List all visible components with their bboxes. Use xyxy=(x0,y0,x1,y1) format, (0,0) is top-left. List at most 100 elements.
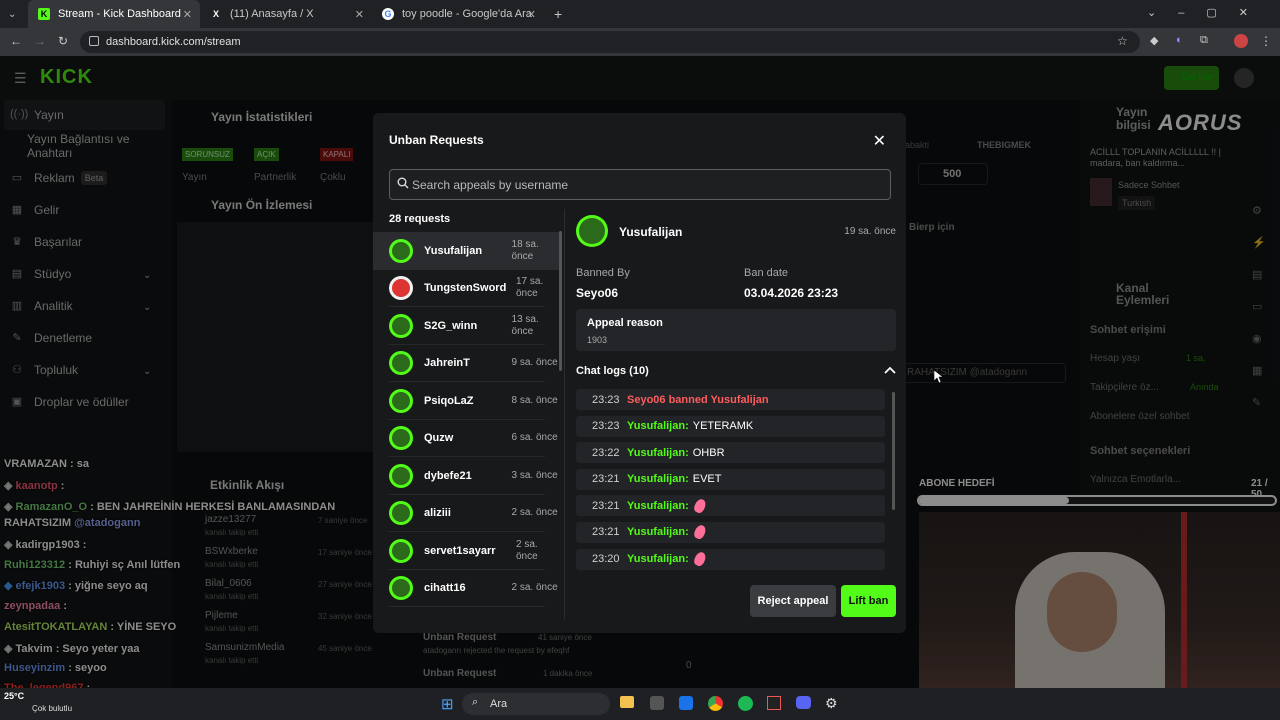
kick-favicon-icon: K xyxy=(38,8,50,20)
list-item[interactable]: servet1sayarr 2 sa. önce xyxy=(373,532,561,570)
request-username: S2G_winn xyxy=(424,319,478,332)
chrome-icon[interactable] xyxy=(708,696,723,711)
tab-kick-dashboard[interactable]: K Stream - Kick Dashboard ✕ xyxy=(28,0,200,28)
list-item[interactable]: S2G_winn 13 sa. önce xyxy=(373,307,561,345)
appeal-reason-label: Appeal reason xyxy=(587,317,663,329)
extension-2-icon[interactable]: ◐ xyxy=(1176,34,1183,46)
request-username: Yusufalijan xyxy=(424,244,483,257)
close-icon[interactable]: ✕ xyxy=(873,131,886,151)
discord-icon[interactable] xyxy=(796,696,811,709)
weather-temp[interactable]: 25°C xyxy=(4,691,24,701)
back-icon[interactable]: ← xyxy=(10,34,22,48)
chat-log-user: Yusufalijan xyxy=(627,526,686,539)
search-icon: ⌕ xyxy=(472,696,479,708)
search-input[interactable] xyxy=(389,169,891,200)
chat-log-row: 23:21 Yusufalijan: xyxy=(576,495,885,517)
modal-title: Unban Requests xyxy=(389,133,484,147)
taskbar-search[interactable]: Ara xyxy=(462,693,610,715)
appeal-reason-box: Appeal reason 1903 xyxy=(576,309,896,351)
avatar xyxy=(389,501,413,526)
list-item[interactable]: aliziii 2 sa. önce xyxy=(373,495,561,532)
windows-start-icon[interactable]: ⊞ xyxy=(441,695,454,713)
address-bar[interactable]: dashboard.kick.com/stream xyxy=(80,31,1140,53)
store-icon[interactable] xyxy=(650,696,664,710)
plus-icon: + xyxy=(554,6,563,22)
chat-log-row: 23:21 Yusufalijan: xyxy=(576,521,885,543)
tab-title: toy poodle - Google'da Ara xyxy=(402,8,532,20)
chat-log-msg: EVET xyxy=(692,473,722,486)
request-time: 9 sa. önce xyxy=(511,357,558,369)
list-item[interactable]: cihatt16 2 sa. önce xyxy=(373,570,561,607)
list-scrollbar[interactable] xyxy=(559,231,562,371)
mail-icon[interactable] xyxy=(679,696,693,710)
avatar xyxy=(389,351,413,376)
chat-log-row: 23:22 Yusufalijan: OHBR xyxy=(576,442,885,464)
settings-gear-icon[interactable]: ⚙ xyxy=(825,695,838,712)
file-explorer-icon[interactable] xyxy=(620,696,634,708)
menu-kebab-icon[interactable]: ⋮ xyxy=(1260,34,1272,48)
close-tab-icon[interactable]: ✕ xyxy=(527,8,536,21)
request-time: 18 sa. önce xyxy=(511,238,539,262)
spotify-icon[interactable] xyxy=(738,696,753,711)
ban-date-value: 03.04.2026 23:23 xyxy=(744,286,839,300)
chat-log-msg: YETERAMK xyxy=(692,420,754,433)
chat-log-system: Seyo06 banned Yusufalijan xyxy=(627,393,769,406)
request-time: 17 sa. önce xyxy=(516,276,544,300)
weather-desc: Çok bulutlu xyxy=(32,704,73,713)
tab-x[interactable]: X (11) Anasayfa / X ✕ xyxy=(200,0,372,28)
list-item[interactable]: Quzw 6 sa. önce xyxy=(373,420,561,457)
forward-icon[interactable]: → xyxy=(34,34,46,48)
appeal-reason-value: 1903 xyxy=(587,335,608,345)
bookmark-star-icon[interactable]: ☆ xyxy=(1117,34,1128,48)
tab-title: (11) Anasayfa / X xyxy=(230,8,314,20)
request-list: Yusufalijan 18 sa. önce TungstenSword 17 s… xyxy=(373,232,561,632)
tab-title: Stream - Kick Dashboard xyxy=(58,8,181,20)
chat-log-row: 23:21 Yusufalijan: EVET xyxy=(576,468,885,490)
request-count: 28 requests xyxy=(389,213,451,225)
chat-log-time: 23:23 xyxy=(592,420,620,433)
search-icon xyxy=(397,177,409,189)
lift-ban-button[interactable]: Lift ban xyxy=(841,585,896,617)
reject-appeal-button[interactable]: Reject appeal xyxy=(750,585,836,617)
request-time: 2 sa. önce xyxy=(511,582,558,594)
avatar xyxy=(389,388,413,413)
chat-log-time: 23:20 xyxy=(592,553,620,566)
app-icon[interactable] xyxy=(767,696,781,710)
request-time: 3 sa. önce xyxy=(511,469,558,481)
extension-icon[interactable]: ◆ xyxy=(1150,34,1158,47)
extensions-puzzle-icon[interactable]: ⧉ xyxy=(1200,34,1208,47)
avatar xyxy=(389,313,413,338)
reload-icon[interactable]: ↻ xyxy=(58,34,68,48)
tab-google[interactable]: G toy poodle - Google'da Ara ✕ xyxy=(372,0,544,28)
close-tab-icon[interactable]: ✕ xyxy=(183,8,192,21)
chat-log-user: Yusufalijan xyxy=(627,446,686,459)
banned-by-label: Banned By xyxy=(576,267,630,279)
request-username: Quzw xyxy=(424,432,454,445)
unban-requests-modal: Unban Requests ✕ 28 requests Yusufalijan… xyxy=(373,113,906,633)
chevron-up-icon[interactable] xyxy=(884,365,896,375)
windows-taskbar: 25°C Çok bulutlu ⊞ Ara ⌕ ⚙ xyxy=(0,688,1280,720)
mouse-cursor-icon xyxy=(934,370,943,383)
profile-avatar[interactable] xyxy=(1234,34,1248,48)
chat-log-scrollbar[interactable] xyxy=(892,392,895,510)
chat-log-time: 23:23 xyxy=(592,393,620,406)
list-item[interactable]: JahreinT 9 sa. önce xyxy=(373,345,561,382)
detail-username: Yusufalijan xyxy=(619,225,683,239)
close-tab-icon[interactable]: ✕ xyxy=(355,8,364,21)
list-item[interactable]: PsiqoLaZ 8 sa. önce xyxy=(373,382,561,420)
chat-log-user: Yusufalijan xyxy=(627,499,686,512)
list-item[interactable]: Yusufalijan 18 sa. önce xyxy=(373,232,561,270)
site-info-icon[interactable] xyxy=(89,36,99,46)
window-controls[interactable]: ⌄–▢✕ xyxy=(1147,6,1270,19)
avatar xyxy=(389,576,413,601)
new-tab-button[interactable]: + xyxy=(544,0,574,28)
list-item[interactable]: TungstenSword 17 sa. önce xyxy=(373,270,561,307)
browser-toolbar: ← → ↻ dashboard.kick.com/stream ☆ ◆ ◐ ⧉ … xyxy=(0,28,1280,56)
list-item[interactable]: dybefe21 3 sa. önce xyxy=(373,457,561,495)
request-username: aliziii xyxy=(424,507,451,520)
banned-by-value: Seyo06 xyxy=(576,286,619,300)
chat-logs-label: Chat logs (10) xyxy=(576,365,649,377)
url-text: dashboard.kick.com/stream xyxy=(106,36,241,48)
tab-list-button[interactable]: ⌄ xyxy=(0,0,28,28)
chat-log-time: 23:22 xyxy=(592,446,620,459)
